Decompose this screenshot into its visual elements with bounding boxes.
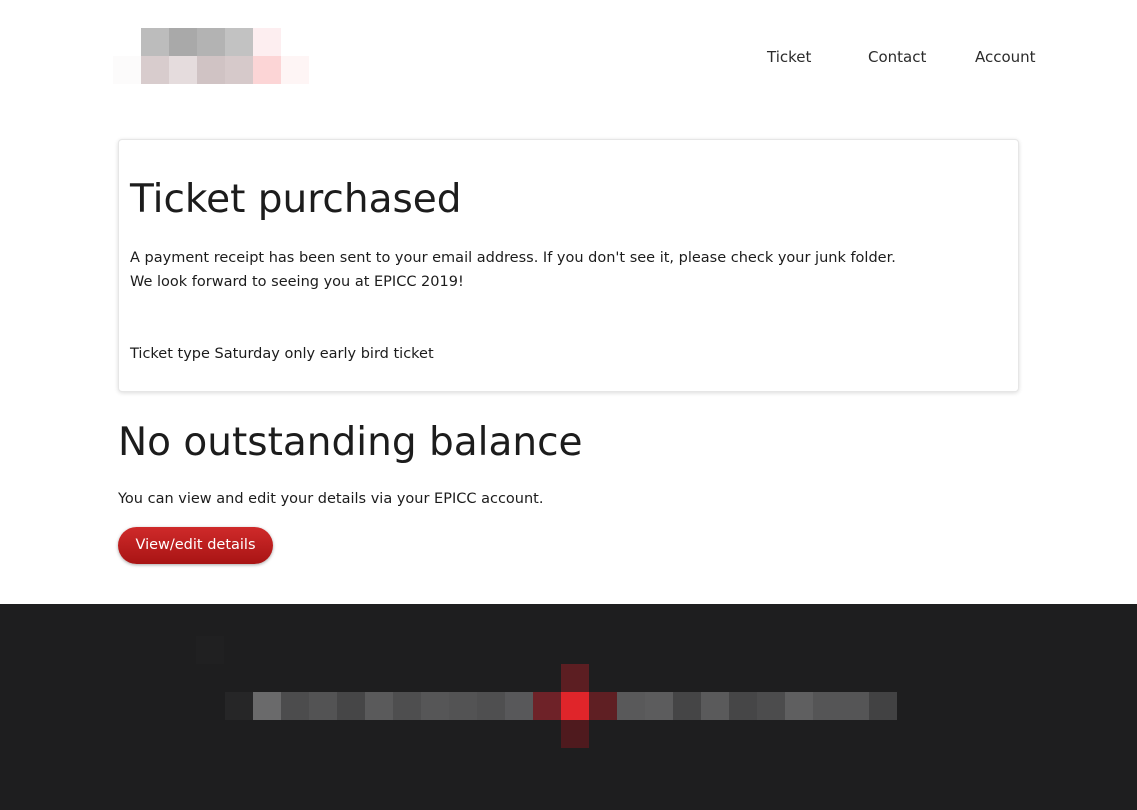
confirmation-title: Ticket purchased xyxy=(130,177,462,222)
footer-logo[interactable] xyxy=(0,604,1137,810)
nav-ticket[interactable]: Ticket xyxy=(767,47,811,67)
site-footer xyxy=(0,604,1137,810)
site-logo[interactable] xyxy=(113,28,309,84)
balance-text: You can view and edit your details via y… xyxy=(118,491,544,507)
confirmation-card: Ticket purchased A payment receipt has b… xyxy=(118,139,1019,392)
ticket-type: Ticket type Saturday only early bird tic… xyxy=(130,346,434,362)
view-edit-details-button[interactable]: View/edit details xyxy=(118,527,273,564)
receipt-message: A payment receipt has been sent to your … xyxy=(130,250,896,266)
welcome-message: We look forward to seeing you at EPICC 2… xyxy=(130,274,464,290)
nav-account[interactable]: Account xyxy=(975,47,1036,67)
nav-contact[interactable]: Contact xyxy=(868,47,926,67)
site-header: Ticket Contact Account xyxy=(0,0,1137,114)
balance-title: No outstanding balance xyxy=(118,420,583,465)
